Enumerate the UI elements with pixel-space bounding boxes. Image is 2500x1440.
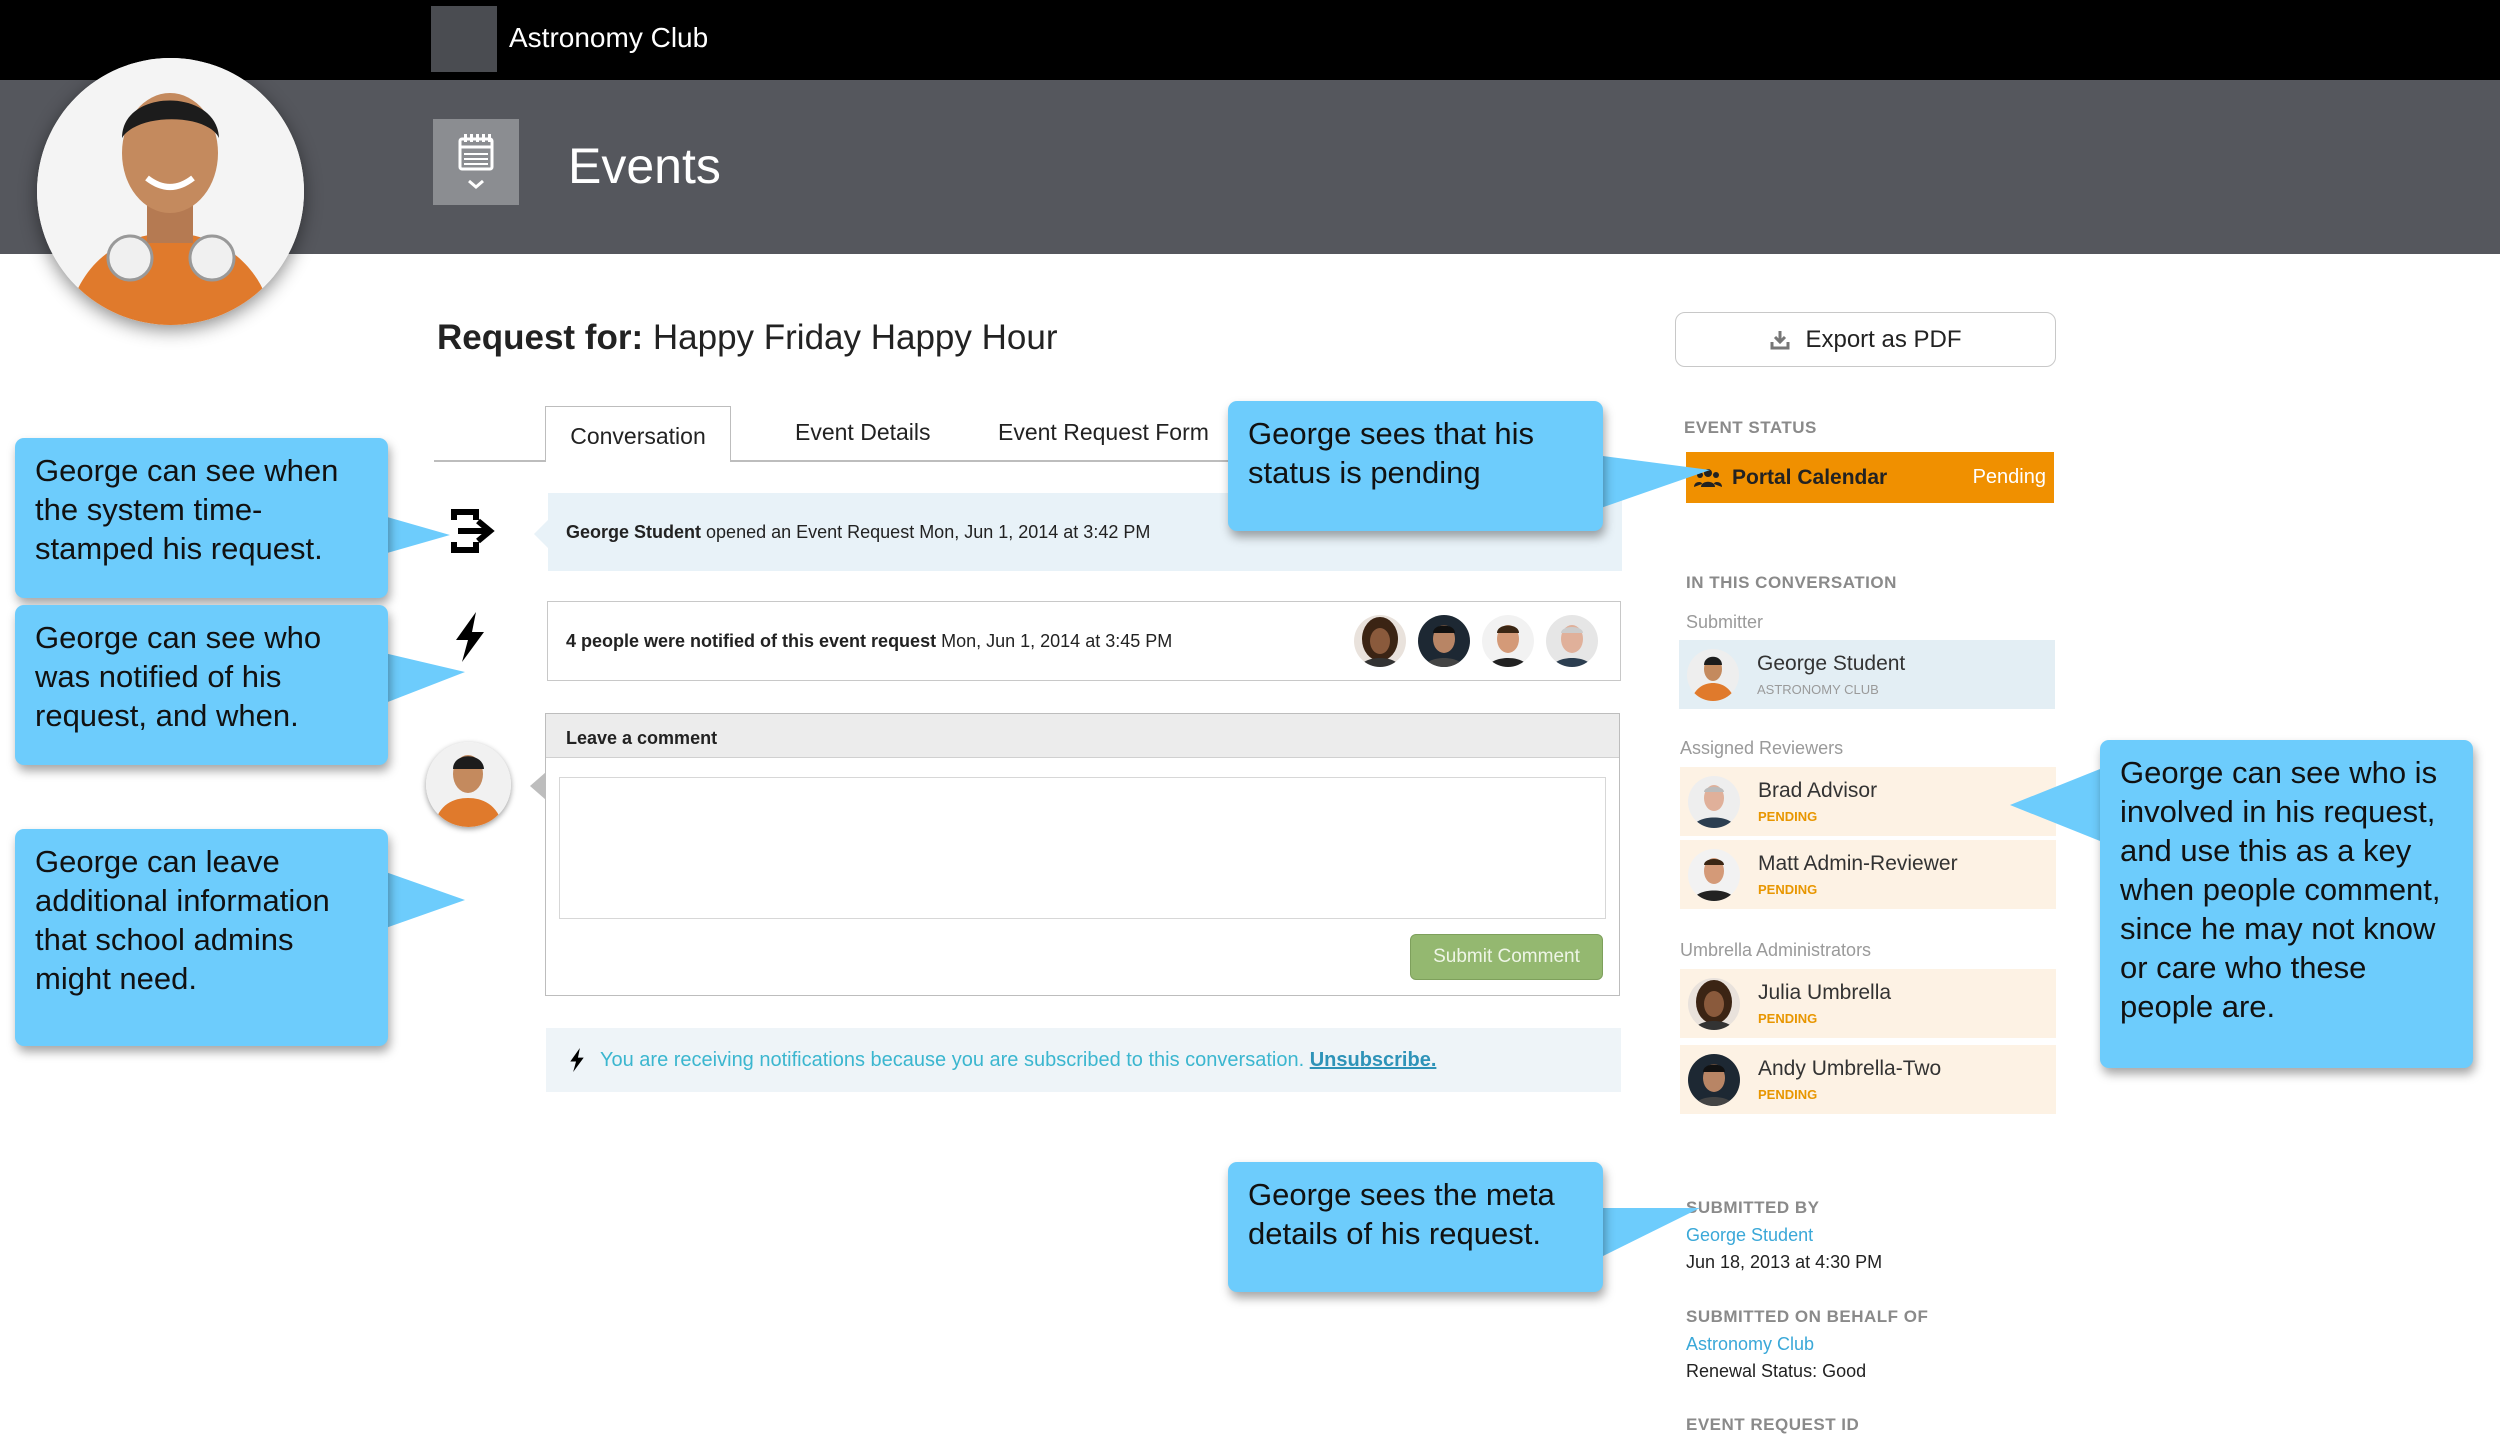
reviewer-status: PENDING	[1758, 809, 1818, 824]
submitted-by-heading: SUBMITTED BY	[1686, 1198, 1820, 1217]
submitted-date: Jun 18, 2013 at 4:30 PM	[1686, 1252, 1883, 1272]
unsubscribe-link[interactable]: Unsubscribe.	[1310, 1049, 1437, 1071]
page-header	[0, 80, 2500, 254]
reviewer-status: PENDING	[1758, 882, 1818, 897]
top-bar	[0, 0, 2500, 80]
submitter-name: George Student	[1757, 652, 1906, 675]
admin-status: PENDING	[1758, 1087, 1818, 1102]
reviewer-card[interactable]: Matt Admin-Reviewer PENDING	[1680, 840, 2056, 909]
admin-name: Andy Umbrella-Two	[1758, 1057, 1942, 1080]
callout-timestamp: George can see when the system time-stam…	[15, 438, 388, 598]
status-badge[interactable]: Portal Calendar Pending	[1686, 452, 2054, 503]
avatar	[1687, 648, 1739, 701]
feed-notified-text: Mon, Jun 1, 2014 at 3:45 PM	[941, 630, 1173, 651]
admin-name: Julia Umbrella	[1758, 981, 1892, 1004]
callout-tail	[2010, 765, 2110, 845]
feed-notified-bold: 4 people were notified of this event req…	[566, 630, 937, 651]
status-calendar: Portal Calendar	[1732, 465, 1888, 489]
callout-meta: George sees the meta details of his requ…	[1228, 1162, 1603, 1292]
comment-pointer	[530, 772, 546, 800]
comment-textarea[interactable]	[559, 777, 1606, 919]
submitter-label: Submitter	[1686, 612, 1764, 632]
export-pdf-button[interactable]: Export as PDF	[1675, 312, 2056, 367]
reviewer-name: Matt Admin-Reviewer	[1758, 852, 1958, 875]
callout-tail	[380, 515, 450, 555]
tab-event-details[interactable]: Event Details	[795, 419, 931, 446]
feed-actor: George Student	[566, 521, 702, 542]
callout-notified: George can see who was notified of his r…	[15, 605, 388, 765]
callout-tail	[1595, 1208, 1700, 1260]
user-avatar	[37, 58, 304, 325]
export-icon	[1770, 330, 1790, 349]
avatar	[1688, 775, 1740, 828]
reviewer-name: Brad Advisor	[1758, 779, 1878, 802]
callout-status: George sees that his status is pending	[1228, 401, 1603, 531]
callout-tail	[1595, 455, 1710, 510]
callout-tail	[380, 652, 465, 705]
page-title: Events	[568, 138, 721, 194]
conversation-heading: IN THIS CONVERSATION	[1686, 573, 1897, 592]
request-name: Happy Friday Happy Hour	[652, 318, 1058, 357]
status-value: Pending	[1972, 466, 2046, 488]
club-logo[interactable]	[431, 6, 497, 72]
request-label: Request for:	[437, 318, 644, 357]
notified-avatar[interactable]	[1354, 615, 1406, 667]
admins-label: Umbrella Administrators	[1680, 940, 1872, 960]
comment-heading: Leave a comment	[546, 714, 1619, 758]
request-id-heading: EVENT REQUEST ID	[1686, 1415, 1860, 1434]
subscription-notice: You are receiving notifications because …	[546, 1028, 1621, 1092]
reviewer-card[interactable]: Brad Advisor PENDING	[1680, 767, 2056, 836]
notified-avatar[interactable]	[1482, 615, 1534, 667]
callout-involved: George can see who is involved in his re…	[2100, 740, 2473, 1068]
notified-avatars	[1354, 615, 1598, 667]
tab-conversation[interactable]: Conversation	[545, 406, 731, 462]
avatar	[1688, 1053, 1740, 1106]
feed-text: opened an Event Request Mon, Jun 1, 2014…	[706, 521, 1151, 542]
submit-comment-button[interactable]: Submit Comment	[1410, 934, 1603, 980]
callout-tail	[380, 870, 465, 930]
behalf-heading: SUBMITTED ON BEHALF OF	[1686, 1307, 1929, 1326]
notified-avatar[interactable]	[1418, 615, 1470, 667]
callout-comment: George can leave additional information …	[15, 829, 388, 1046]
admin-status: PENDING	[1758, 1011, 1818, 1026]
lightning-icon	[570, 1048, 584, 1072]
submitter-caption: ASTRONOMY CLUB	[1757, 682, 1879, 697]
notice-text: You are receiving notifications because …	[600, 1048, 1305, 1071]
export-pdf-label: Export as PDF	[1805, 325, 1962, 353]
request-title: Request for: Happy Friday Happy Hour	[437, 318, 1057, 358]
admin-card[interactable]: Julia Umbrella PENDING	[1680, 969, 2056, 1038]
tab-event-request-form[interactable]: Event Request Form	[998, 419, 1209, 446]
submitter-card[interactable]: George Student ASTRONOMY CLUB	[1679, 640, 2055, 709]
admin-card[interactable]: Andy Umbrella-Two PENDING	[1680, 1045, 2056, 1114]
behalf-link[interactable]: Astronomy Club	[1686, 1334, 1814, 1355]
event-status-heading: EVENT STATUS	[1684, 418, 1817, 437]
notified-avatar[interactable]	[1546, 615, 1598, 667]
comment-box: Leave a comment Submit Comment	[545, 713, 1620, 996]
avatar	[1688, 977, 1740, 1030]
commenter-avatar	[426, 742, 511, 827]
events-menu-button[interactable]	[433, 119, 519, 205]
feed-pointer	[534, 520, 548, 548]
reviewers-label: Assigned Reviewers	[1680, 738, 1844, 758]
calendar-icon	[458, 134, 494, 189]
avatar	[1688, 848, 1740, 901]
renewal-status: Renewal Status: Good	[1686, 1361, 1867, 1381]
submitted-by-link[interactable]: George Student	[1686, 1225, 1813, 1246]
feed-item-notified: 4 people were notified of this event req…	[547, 601, 1621, 681]
club-name[interactable]: Astronomy Club	[509, 22, 708, 54]
